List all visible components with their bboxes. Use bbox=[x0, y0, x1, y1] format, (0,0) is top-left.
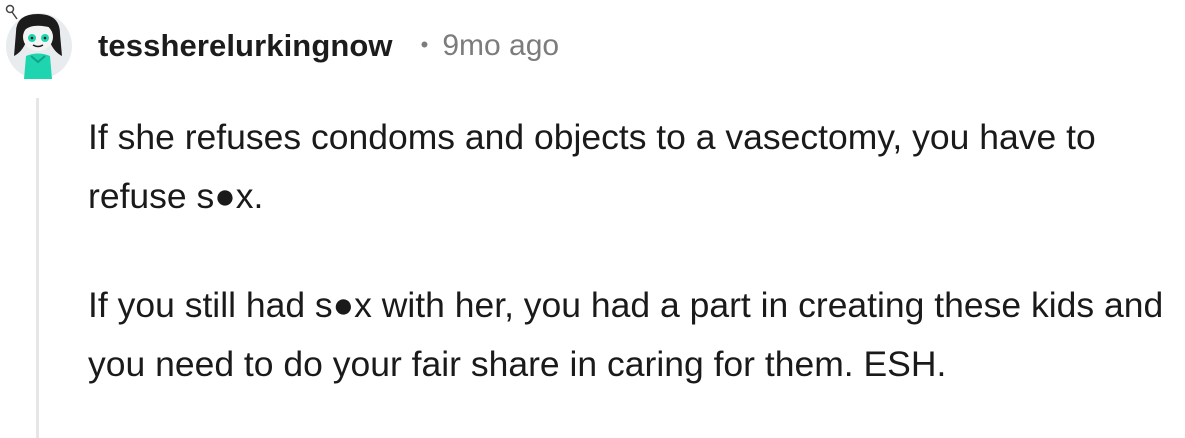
comment: tessherelurkingnow • 9mo ago If she refu… bbox=[0, 0, 1185, 438]
comment-header: tessherelurkingnow • 9mo ago bbox=[98, 24, 559, 68]
user-avatar-icon[interactable] bbox=[4, 4, 74, 80]
comment-paragraph: If you still had s●x with her, you had a… bbox=[88, 285, 1164, 384]
timestamp[interactable]: 9mo ago bbox=[442, 29, 559, 63]
comment-paragraph: If she refuses condoms and objects to a … bbox=[88, 117, 1096, 216]
separator-dot: • bbox=[420, 32, 429, 57]
thread-line[interactable] bbox=[36, 98, 39, 438]
comment-body: If she refuses condoms and objects to a … bbox=[88, 108, 1178, 394]
username-link[interactable]: tessherelurkingnow bbox=[98, 28, 393, 64]
